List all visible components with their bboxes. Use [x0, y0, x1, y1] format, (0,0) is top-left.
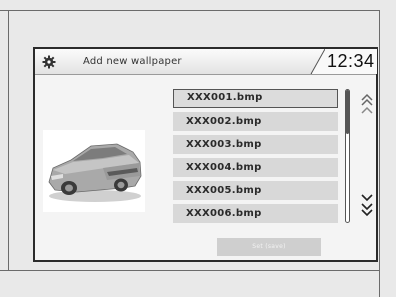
- set-save-button[interactable]: Set (save): [217, 238, 321, 256]
- frame-right-line: [379, 10, 380, 297]
- frame-top-line: [0, 10, 380, 11]
- file-name: XXX003.bmp: [186, 139, 262, 150]
- file-item[interactable]: XXX004.bmp: [173, 158, 338, 177]
- frame-bottom-line: [0, 270, 380, 271]
- file-item[interactable]: XXX006.bmp: [173, 204, 338, 223]
- frame-left-line: [8, 10, 9, 270]
- double-chevron-down-icon[interactable]: [360, 192, 374, 224]
- scroll-thumb[interactable]: [346, 90, 349, 134]
- file-name: XXX006.bmp: [186, 208, 262, 219]
- file-name: XXX001.bmp: [187, 92, 263, 103]
- file-item[interactable]: XXX005.bmp: [173, 181, 338, 200]
- wallpaper-preview: [43, 130, 145, 212]
- wallpaper-screen: Add new wallpaper 12:34 XXX001.bmp XXX00…: [33, 47, 378, 262]
- gear-icon[interactable]: [42, 54, 56, 69]
- car-image: [48, 143, 142, 202]
- clock-display: 12:34: [327, 51, 375, 71]
- file-item[interactable]: XXX001.bmp: [173, 89, 338, 108]
- file-name: XXX004.bmp: [186, 162, 262, 173]
- file-name: XXX002.bmp: [186, 116, 262, 127]
- double-chevron-up-icon[interactable]: [360, 93, 374, 119]
- clock-divider: [310, 49, 325, 74]
- file-item[interactable]: XXX002.bmp: [173, 112, 338, 131]
- title-bar: Add new wallpaper 12:34: [35, 49, 377, 75]
- file-item[interactable]: XXX003.bmp: [173, 135, 338, 154]
- scrollbar[interactable]: [345, 89, 350, 223]
- file-name: XXX005.bmp: [186, 185, 262, 196]
- page-title: Add new wallpaper: [83, 56, 182, 67]
